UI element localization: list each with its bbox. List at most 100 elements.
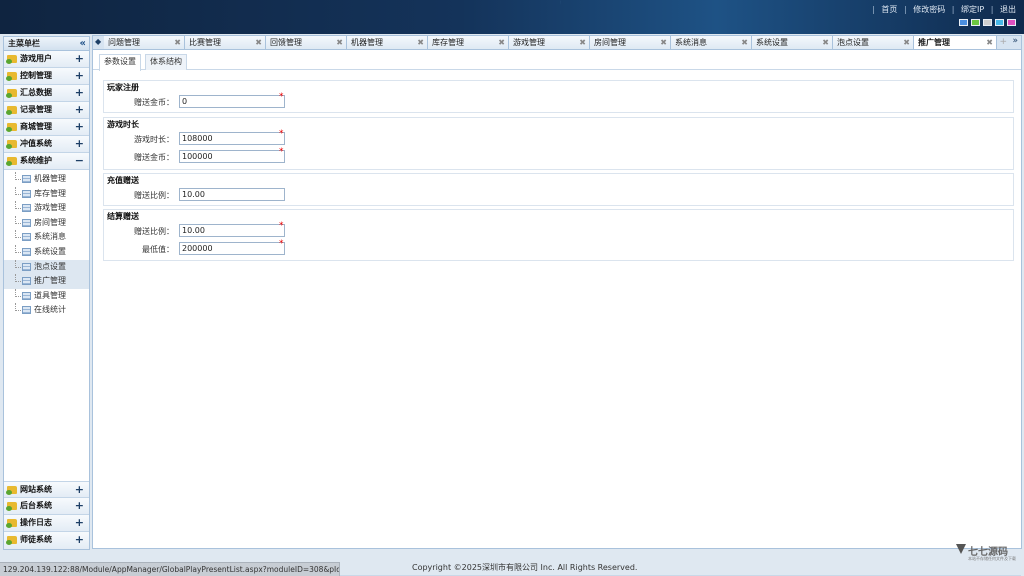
menu-control[interactable]: 控制管理 + <box>4 68 89 85</box>
sidebar-item-promotion[interactable]: 推广管理 <box>4 274 89 289</box>
document-icon <box>22 262 31 271</box>
sidebar-item-room[interactable]: 房间管理 <box>4 215 89 231</box>
collapse-menu-icon[interactable]: − <box>75 153 84 169</box>
theme-swatch-cyan[interactable] <box>995 19 1004 26</box>
close-icon[interactable]: ✖ <box>822 36 829 49</box>
tab-messages[interactable]: 系统消息 ✖ <box>671 36 752 50</box>
logout-link[interactable]: 退出 <box>1000 5 1016 14</box>
tab-room[interactable]: 房间管理 ✖ <box>590 36 671 50</box>
form-row: 赠送金币： * <box>104 92 1013 112</box>
menu-mentor[interactable]: 师徒系统 + <box>4 532 89 549</box>
register-gift-coins-input[interactable] <box>179 95 285 108</box>
close-icon[interactable]: ✖ <box>255 36 262 49</box>
tab-feedback[interactable]: 回馈管理 ✖ <box>266 36 347 50</box>
menu-website[interactable]: 网站系统 + <box>4 481 89 498</box>
subtab-structure[interactable]: 体系结构 <box>145 54 187 70</box>
sidebar-item-inventory[interactable]: 库存管理 <box>4 186 89 202</box>
browser-status-url: 129.204.139.122:88/Module/AppManager/Glo… <box>0 562 340 576</box>
tab-promotion[interactable]: 推广管理 ✖ <box>914 36 997 50</box>
menu-game-users[interactable]: 游戏用户 + <box>4 51 89 68</box>
close-icon[interactable]: ✖ <box>741 36 748 49</box>
top-links: | 首页 | 修改密码 | 绑定IP | 退出 <box>872 5 1016 14</box>
tab-questions[interactable]: 问题管理 ✖ <box>104 36 185 50</box>
menu-label: 师徒系统 <box>20 535 52 544</box>
duration-gift-coins-input[interactable] <box>179 150 285 163</box>
watermark-logo: 七七源码 本站不存储任何文件及下载 <box>956 542 1022 566</box>
theme-swatch-pink[interactable] <box>1007 19 1016 26</box>
sidebar-item-online[interactable]: 在线统计 <box>4 303 89 318</box>
close-icon[interactable]: ✖ <box>986 36 993 49</box>
expand-icon[interactable]: + <box>75 515 84 531</box>
expand-icon[interactable]: + <box>75 136 84 152</box>
sidebar-header: 主菜单栏 « <box>4 37 89 51</box>
theme-swatch-green[interactable] <box>971 19 980 26</box>
submenu-list: 机器管理 库存管理 游戏管理 房间管理 系统消息 系统设置 泡点设置 推广管理 … <box>4 170 89 318</box>
theme-swatch-blue[interactable] <box>959 19 968 26</box>
menu-shop[interactable]: 商城管理 + <box>4 119 89 136</box>
menu-label: 冲值系统 <box>20 139 52 148</box>
field-label: 赠送金币： <box>134 153 174 162</box>
field-label: 赠送金币： <box>134 98 174 107</box>
menu-label: 操作日志 <box>20 518 52 527</box>
menu-recharge[interactable]: 冲值系统 + <box>4 136 89 153</box>
minimum-value-input[interactable] <box>179 242 285 255</box>
close-icon[interactable]: ✖ <box>660 36 667 49</box>
sidebar-item-props[interactable]: 道具管理 <box>4 288 89 304</box>
required-mark: * <box>279 147 284 157</box>
tab-inventory[interactable]: 库存管理 ✖ <box>428 36 509 50</box>
section-title: 玩家注册 <box>107 83 139 92</box>
tab-settings[interactable]: 系统设置 ✖ <box>752 36 833 50</box>
sidebar-item-machine[interactable]: 机器管理 <box>4 172 89 187</box>
game-duration-input[interactable] <box>179 132 285 145</box>
form-row: 赠送比例： * <box>104 221 1013 241</box>
close-icon[interactable]: ✖ <box>903 36 910 49</box>
close-icon[interactable]: ✖ <box>174 36 181 49</box>
main-content: 参数设置 体系结构 玩家注册 赠送金币： * 游戏时长 游戏时长： * 赠送金币… <box>92 49 1022 576</box>
collapse-icon[interactable]: « <box>80 37 86 51</box>
menu-summary[interactable]: 汇总数据 + <box>4 85 89 102</box>
expand-icon[interactable]: + <box>75 532 84 548</box>
subtab-parameters[interactable]: 参数设置 <box>99 54 141 71</box>
expand-icon[interactable]: + <box>75 51 84 67</box>
expand-icon[interactable]: + <box>75 482 84 498</box>
section-title: 充值赠送 <box>107 176 139 185</box>
add-tab-icon[interactable]: + <box>999 37 1007 47</box>
expand-icon[interactable]: + <box>75 68 84 84</box>
sidebar-item-game[interactable]: 游戏管理 <box>4 201 89 216</box>
expand-icon[interactable]: + <box>75 119 84 135</box>
tab-matches[interactable]: 比赛管理 ✖ <box>185 36 266 50</box>
top-header: | 首页 | 修改密码 | 绑定IP | 退出 <box>0 0 1024 34</box>
menu-system-maintenance[interactable]: 系统维护 − <box>4 153 89 170</box>
tab-machine[interactable]: 机器管理 ✖ <box>347 36 428 50</box>
tab-bubble[interactable]: 泡点设置 ✖ <box>833 36 914 50</box>
expand-icon[interactable]: + <box>75 85 84 101</box>
change-password-link[interactable]: 修改密码 <box>913 5 945 14</box>
close-icon[interactable]: ✖ <box>579 36 586 49</box>
expand-icon[interactable]: + <box>75 498 84 514</box>
tab-game[interactable]: 游戏管理 ✖ <box>509 36 590 50</box>
tab-menu-icon[interactable]: » <box>1012 36 1018 46</box>
close-icon[interactable]: ✖ <box>417 36 424 49</box>
subtab-bar: 参数设置 体系结构 <box>93 50 1021 71</box>
settlement-gift-ratio-input[interactable] <box>179 224 285 237</box>
menu-operation-log[interactable]: 操作日志 + <box>4 515 89 532</box>
section-player-register: 玩家注册 赠送金币： * <box>103 80 1014 113</box>
close-icon[interactable]: ✖ <box>336 36 343 49</box>
bind-ip-link[interactable]: 绑定IP <box>961 5 984 14</box>
menu-label: 汇总数据 <box>20 88 52 97</box>
sidebar-item-messages[interactable]: 系统消息 <box>4 230 89 245</box>
menu-label: 后台系统 <box>20 501 52 510</box>
close-icon[interactable]: ✖ <box>498 36 505 49</box>
tab-scroll-left-icon[interactable]: ◆ <box>95 37 101 46</box>
sidebar-item-bubble[interactable]: 泡点设置 <box>4 259 89 275</box>
field-label: 游戏时长： <box>134 135 174 144</box>
home-link[interactable]: 首页 <box>881 5 897 14</box>
expand-icon[interactable]: + <box>75 102 84 118</box>
menu-backend[interactable]: 后台系统 + <box>4 498 89 515</box>
theme-swatch-gray[interactable] <box>983 19 992 26</box>
menu-records[interactable]: 记录管理 + <box>4 102 89 119</box>
section-game-duration: 游戏时长 游戏时长： * 赠送金币： * <box>103 117 1014 170</box>
recharge-gift-ratio-input[interactable] <box>179 188 285 201</box>
folder-icon <box>6 55 17 64</box>
sidebar-item-settings[interactable]: 系统设置 <box>4 244 89 260</box>
